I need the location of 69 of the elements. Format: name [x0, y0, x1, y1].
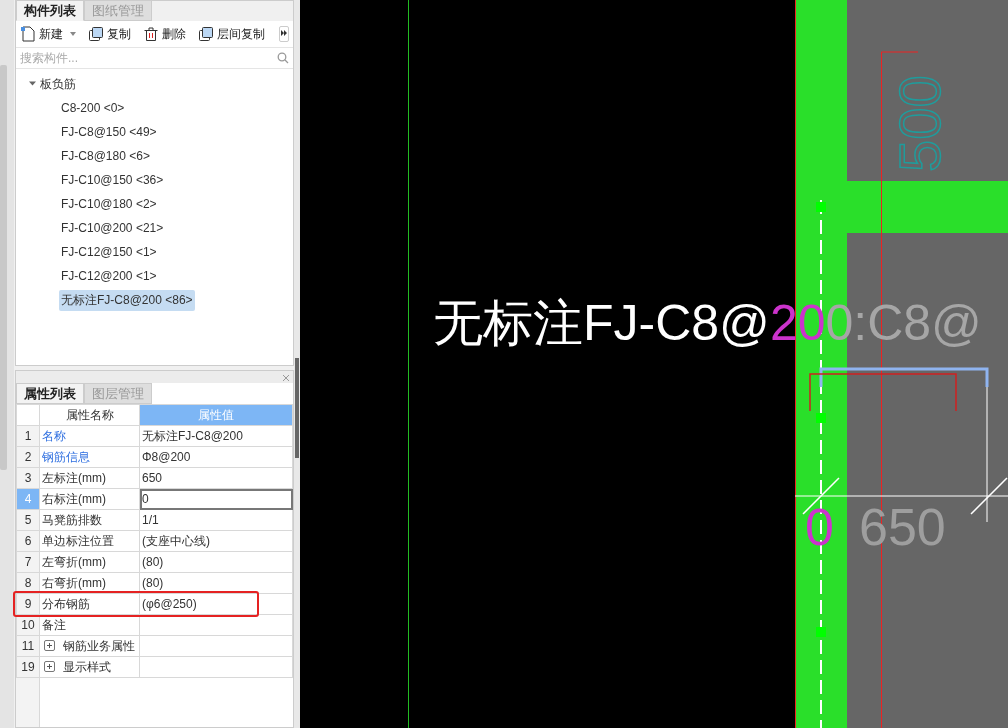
property-value[interactable]: 0 [139, 488, 293, 510]
property-value[interactable]: (支座中心线) [139, 530, 293, 552]
tree-item[interactable]: FJ-C12@150 <1> [59, 243, 159, 261]
property-name: 左标注(mm) [39, 467, 140, 489]
grip-point[interactable] [816, 202, 826, 212]
property-name: 右标注(mm) [39, 488, 140, 510]
expand-icon[interactable] [44, 639, 55, 651]
property-name: 备注 [39, 614, 140, 636]
property-name: 左弯折(mm) [39, 551, 140, 573]
empty-cell[interactable] [139, 635, 293, 657]
tree-group[interactable]: 板负筋 [40, 75, 76, 93]
copy-icon [88, 26, 104, 42]
empty-cell[interactable] [139, 614, 293, 636]
scrollbar-thumb[interactable] [0, 65, 7, 470]
row-number: 6 [16, 530, 40, 552]
collapse-arrow-icon[interactable] [29, 79, 36, 87]
property-value[interactable]: Φ8@200 [139, 446, 293, 468]
copy-icon [198, 26, 214, 42]
close-icon[interactable] [282, 373, 290, 382]
property-group: 钢筋业务属性 [39, 635, 140, 657]
empty-cell[interactable] [139, 656, 293, 678]
panel-tab[interactable]: 属性列表 [16, 383, 84, 404]
tree-item[interactable]: FJ-C12@200 <1> [59, 267, 159, 285]
row-number: 2 [16, 446, 40, 468]
tree-item[interactable]: FJ-C8@150 <49> [59, 123, 159, 141]
tree-item[interactable]: 无标注FJ-C8@200 <86> [59, 289, 195, 311]
dimension-text: 500 [887, 75, 952, 172]
trash-icon [143, 26, 159, 42]
toolbar-button[interactable]: 新建 [20, 25, 76, 43]
property-value[interactable]: 1/1 [139, 509, 293, 531]
panel-tab[interactable]: 构件列表 [16, 1, 84, 21]
expand-icon[interactable] [44, 660, 55, 672]
property-name: 单边标注位置 [39, 530, 140, 552]
splitter-handle[interactable] [295, 358, 299, 458]
property-name: 名称 [39, 425, 140, 447]
row-number: 19 [16, 656, 40, 678]
property-name: 钢筋信息 [39, 446, 140, 468]
toolbar-button[interactable]: 层间复制 [198, 25, 265, 43]
row-number: 11 [16, 635, 40, 657]
row-number: 7 [16, 551, 40, 573]
more-icon[interactable] [279, 26, 289, 42]
row-number: 3 [16, 467, 40, 489]
row-number: 5 [16, 509, 40, 531]
toolbar-button[interactable]: 复制 [88, 25, 131, 43]
tree-item[interactable]: FJ-C10@200 <21> [59, 219, 166, 237]
toolbar-button[interactable]: 删除 [143, 25, 186, 43]
new-file-icon [20, 26, 36, 42]
row-number: 1 [16, 425, 40, 447]
grip-point[interactable] [816, 413, 826, 423]
tree-item[interactable]: FJ-C10@150 <36> [59, 171, 166, 189]
property-name: 马凳筋排数 [39, 509, 140, 531]
property-name: 右弯折(mm) [39, 572, 140, 594]
property-value[interactable]: 650 [139, 467, 293, 489]
row-number: 9 [16, 593, 40, 615]
property-value[interactable]: (80) [139, 572, 293, 594]
property-value[interactable]: 无标注FJ-C8@200 [139, 425, 293, 447]
column-header: 属性名称 [39, 404, 140, 426]
tree-item[interactable]: FJ-C8@180 <6> [59, 147, 152, 165]
grip-point[interactable] [816, 627, 826, 637]
property-value[interactable]: (80) [139, 551, 293, 573]
property-value[interactable]: (φ6@250) [139, 593, 293, 615]
tree-item[interactable]: FJ-C10@180 <2> [59, 195, 159, 213]
tree-item[interactable]: C8-200 <0> [59, 99, 127, 117]
search-icon[interactable] [277, 52, 289, 64]
column-header: 属性值 [139, 404, 293, 426]
dimension-text: 0 [805, 498, 834, 556]
property-group: 显示样式 [39, 656, 140, 678]
row-number: 4 [16, 488, 40, 510]
caret-icon[interactable] [70, 32, 76, 36]
